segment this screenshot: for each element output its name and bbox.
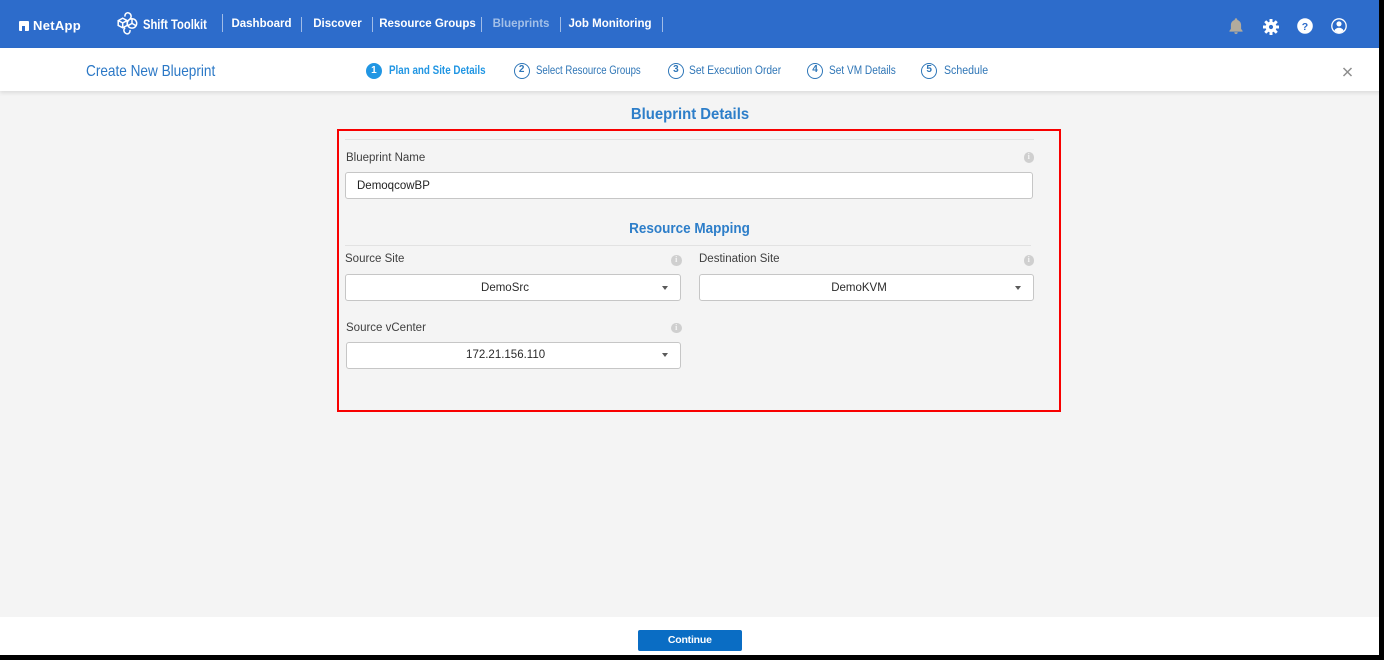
svg-text:?: ? <box>1301 21 1307 33</box>
